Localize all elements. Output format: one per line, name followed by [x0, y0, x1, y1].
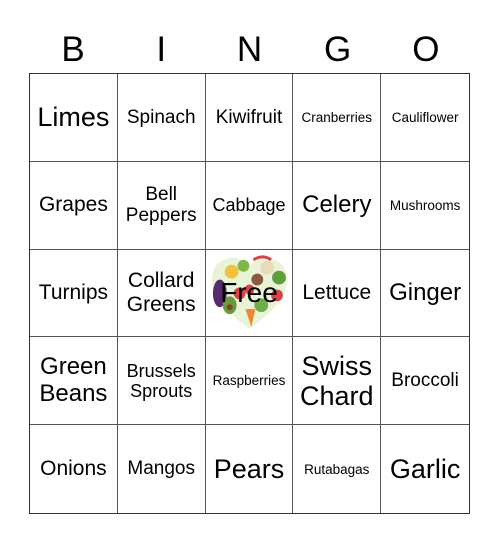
header-letter-b: B [61, 30, 85, 69]
bingo-cell[interactable]: Bell Peppers [117, 161, 206, 250]
bingo-header: B I N G O [29, 28, 470, 72]
bingo-cell[interactable]: Rutabagas [293, 425, 382, 513]
bingo-cell[interactable]: Collard Greens [117, 249, 206, 338]
bingo-cell[interactable]: Ginger [381, 250, 469, 338]
bingo-cell[interactable]: Mangos [118, 425, 206, 513]
bingo-cell[interactable]: Grapes [30, 161, 118, 250]
bingo-cell[interactable]: Broccoli [381, 337, 469, 426]
free-space-cell[interactable]: Free [205, 249, 294, 338]
free-space-label: Free [220, 277, 278, 309]
bingo-cell[interactable]: Pears [206, 425, 294, 513]
bingo-cell[interactable]: Turnips [30, 249, 118, 338]
bingo-cell[interactable]: Celery [293, 161, 382, 250]
bingo-cell[interactable]: Spinach [117, 74, 206, 162]
header-letter-i: I [156, 30, 167, 69]
bingo-cell[interactable]: Cauliflower [381, 74, 469, 162]
bingo-cell[interactable]: Swiss Chard [293, 337, 382, 426]
bingo-cell[interactable]: Brussels Sprouts [117, 337, 206, 426]
bingo-cell[interactable]: Garlic [381, 425, 469, 513]
bingo-cell[interactable]: Kiwifruit [205, 74, 294, 162]
bingo-card-grid: Limes Spinach Kiwifruit Cranberries Caul… [29, 73, 470, 514]
header-letter-n: N [236, 30, 263, 69]
bingo-cell[interactable]: Mushrooms [381, 162, 469, 250]
bingo-cell[interactable]: Cranberries [293, 74, 382, 162]
bingo-cell[interactable]: Green Beans [30, 337, 118, 426]
bingo-cell[interactable]: Onions [30, 425, 118, 513]
bingo-cell[interactable]: Cabbage [205, 161, 294, 250]
header-letter-o: O [412, 30, 440, 69]
bingo-cell[interactable]: Limes [30, 74, 118, 162]
header-letter-g: G [324, 30, 352, 69]
bingo-cell[interactable]: Lettuce [293, 249, 382, 338]
bingo-cell[interactable]: Raspberries [205, 337, 294, 426]
